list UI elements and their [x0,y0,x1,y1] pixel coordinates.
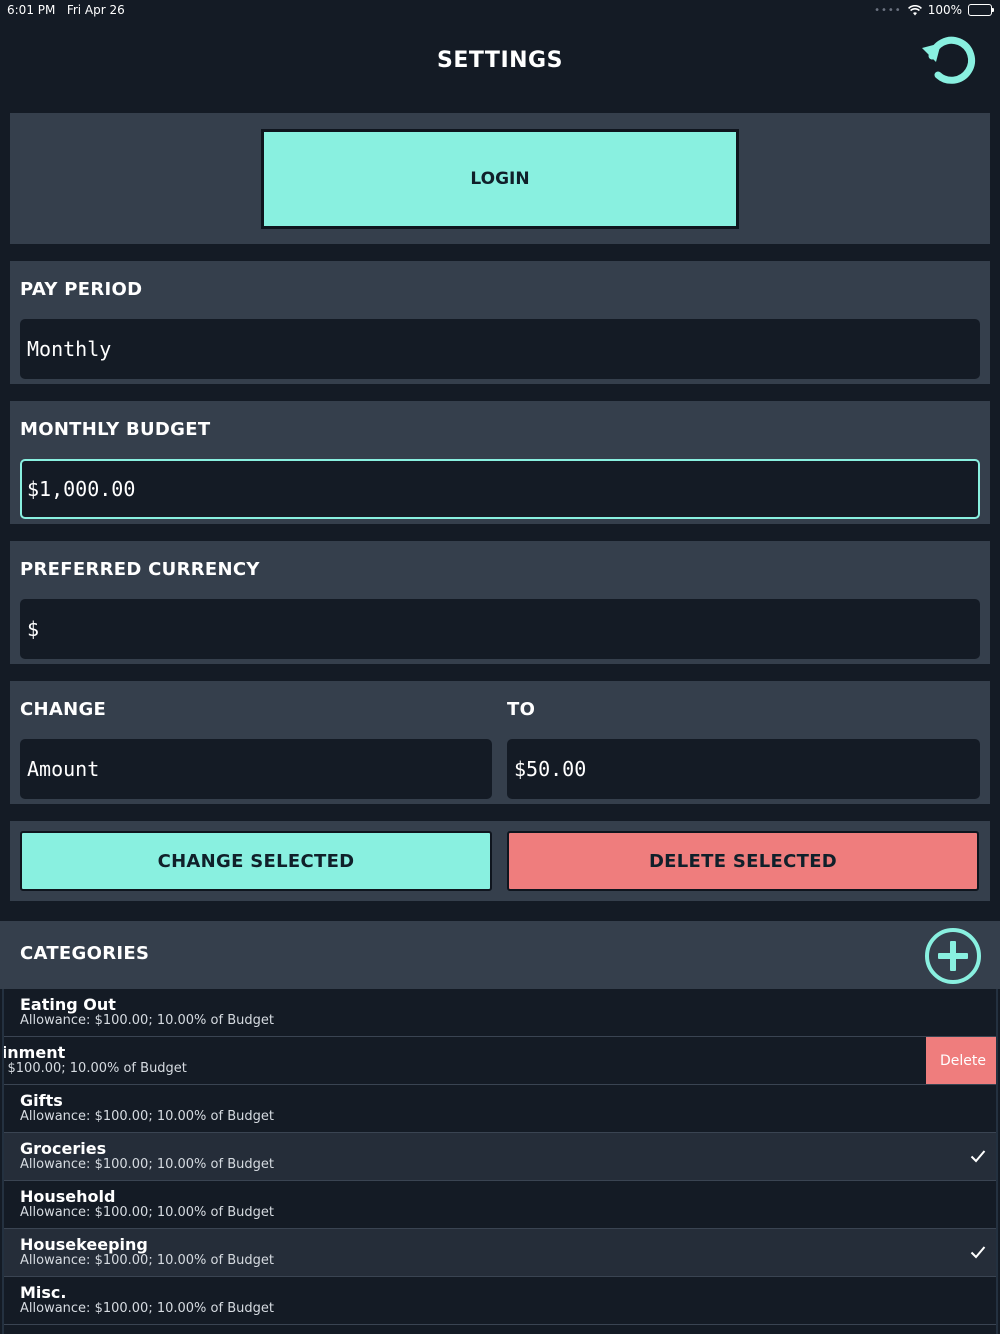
categories-label: CATEGORIES [20,943,150,964]
category-row[interactable]: Misc. Allowance: $100.00; 10.00% of Budg… [4,1277,996,1325]
category-row[interactable]: Eating Out Allowance: $100.00; 10.00% of… [4,989,996,1037]
battery-icon [968,4,994,16]
category-name: Misc. [20,1283,67,1302]
category-detail: Allowance: $100.00; 10.00% of Budget [20,1109,274,1124]
status-time: 6:01 PM Fri Apr 26 [7,3,125,17]
login-panel: LOGIN [10,113,990,244]
checkmark-icon [970,1246,986,1259]
plus-circle-icon[interactable] [924,927,982,985]
status-bar: 6:01 PM Fri Apr 26 •••• 100% [0,0,1000,22]
refresh-icon[interactable] [918,28,982,92]
category-detail: e: $100.00; 10.00% of Budget [2,1061,187,1076]
monthly-budget-panel: MONTHLY BUDGET $1,000.00 [10,401,990,524]
category-detail: Allowance: $100.00; 10.00% of Budget [20,1157,274,1172]
category-detail: Allowance: $100.00; 10.00% of Budget [20,1301,274,1316]
to-amount-input[interactable]: $50.00 [507,739,980,799]
category-row[interactable]: Gifts Allowance: $100.00; 10.00% of Budg… [4,1085,996,1133]
category-detail: Allowance: $100.00; 10.00% of Budget [20,1013,274,1028]
category-row[interactable]: Housekeeping Allowance: $100.00; 10.00% … [4,1229,996,1277]
pay-period-field[interactable]: Monthly [20,319,980,379]
category-detail: Allowance: $100.00; 10.00% of Budget [20,1253,274,1268]
pay-period-label: PAY PERIOD [20,279,143,300]
currency-field[interactable]: $ [20,599,980,659]
change-panel: CHANGE Amount TO $50.00 [10,681,990,804]
page-title: SETTINGS [437,48,563,73]
battery-percent: 100% [927,3,962,17]
category-name: Household [20,1187,116,1206]
checkmark-icon [970,1150,986,1163]
row-delete-button[interactable]: Delete [926,1037,996,1084]
category-name: Housekeeping [20,1235,148,1254]
category-name: ainment [2,1043,66,1062]
change-field[interactable]: Amount [20,739,492,799]
monthly-budget-input[interactable]: $1,000.00 [20,459,980,519]
category-name: Eating Out [20,995,116,1014]
monthly-budget-label: MONTHLY BUDGET [20,419,211,440]
category-row[interactable]: Household Allowance: $100.00; 10.00% of … [4,1181,996,1229]
currency-label: PREFERRED CURRENCY [20,559,260,580]
currency-panel: PREFERRED CURRENCY $ [10,541,990,664]
category-name: Groceries [20,1139,107,1158]
category-detail: Allowance: $100.00; 10.00% of Budget [20,1205,274,1220]
categories-list[interactable]: Eating Out Allowance: $100.00; 10.00% of… [2,989,998,1334]
pay-period-panel: PAY PERIOD Monthly [10,261,990,384]
change-selected-button[interactable]: CHANGE SELECTED [20,831,492,891]
status-indicators: •••• 100% [874,3,994,17]
category-name: Gifts [20,1091,63,1110]
change-label: CHANGE [20,699,107,720]
wifi-icon [907,4,922,15]
actions-panel: CHANGE SELECTED DELETE SELECTED [10,821,990,901]
signal-dots-icon: •••• [874,4,902,16]
login-button[interactable]: LOGIN [261,129,739,229]
category-row[interactable]: Groceries Allowance: $100.00; 10.00% of … [4,1133,996,1181]
delete-selected-button[interactable]: DELETE SELECTED [507,831,979,891]
categories-header: CATEGORIES [0,921,1000,989]
category-row[interactable]: ainment e: $100.00; 10.00% of Budget Del… [2,1037,996,1085]
to-label: TO [507,699,536,720]
